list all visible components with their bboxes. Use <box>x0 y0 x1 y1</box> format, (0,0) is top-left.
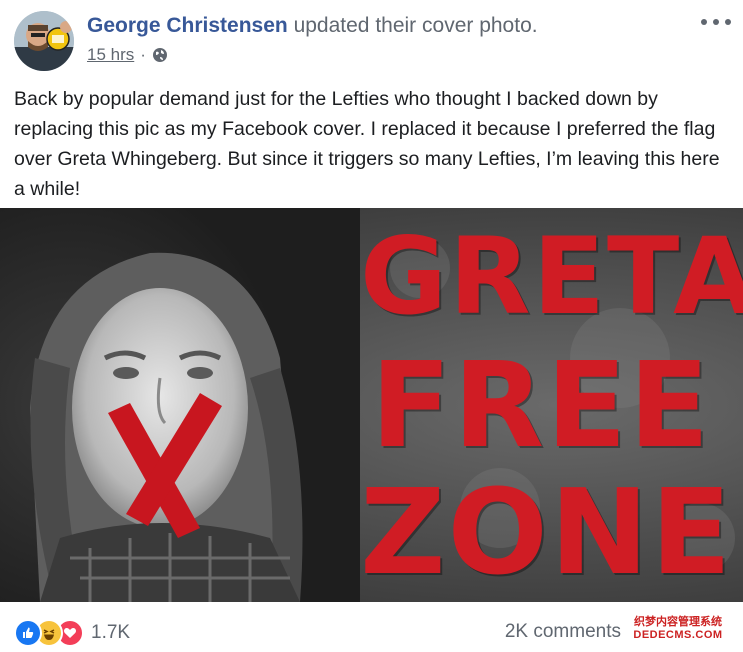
reactions-summary[interactable]: 1.7K <box>14 619 130 647</box>
author-name[interactable]: George Christensen <box>87 14 288 37</box>
like-icon <box>14 619 42 647</box>
meta-separator: · <box>140 45 146 64</box>
post-text: Back by popular demand just for the Left… <box>14 88 720 200</box>
globe-icon[interactable] <box>152 47 168 63</box>
image-text-line1: GRETA <box>360 215 743 338</box>
more-options-icon[interactable] <box>701 12 731 32</box>
reaction-count[interactable]: 1.7K <box>91 622 130 644</box>
watermark-line2: DEDECMS.COM <box>633 629 723 641</box>
cover-photo[interactable]: GRETA FREE ZONE <box>0 208 743 602</box>
post-header: George Christensen updated their cover p… <box>87 14 538 38</box>
author-avatar[interactable] <box>14 11 74 71</box>
watermark: 织梦内容管理系统 DEDECMS.COM <box>625 616 731 642</box>
watermark-line1: 织梦内容管理系统 <box>634 616 722 628</box>
post-action-text: updated their cover photo. <box>293 14 538 37</box>
post-timestamp[interactable]: 15 hrs <box>87 45 134 65</box>
comments-count[interactable]: 2K comments <box>505 621 621 643</box>
image-text-line3: ZONE <box>360 463 734 601</box>
image-text-line2: FREE <box>370 336 712 474</box>
post-meta: 15 hrs · <box>87 45 168 65</box>
facebook-post: George Christensen updated their cover p… <box>0 0 743 652</box>
